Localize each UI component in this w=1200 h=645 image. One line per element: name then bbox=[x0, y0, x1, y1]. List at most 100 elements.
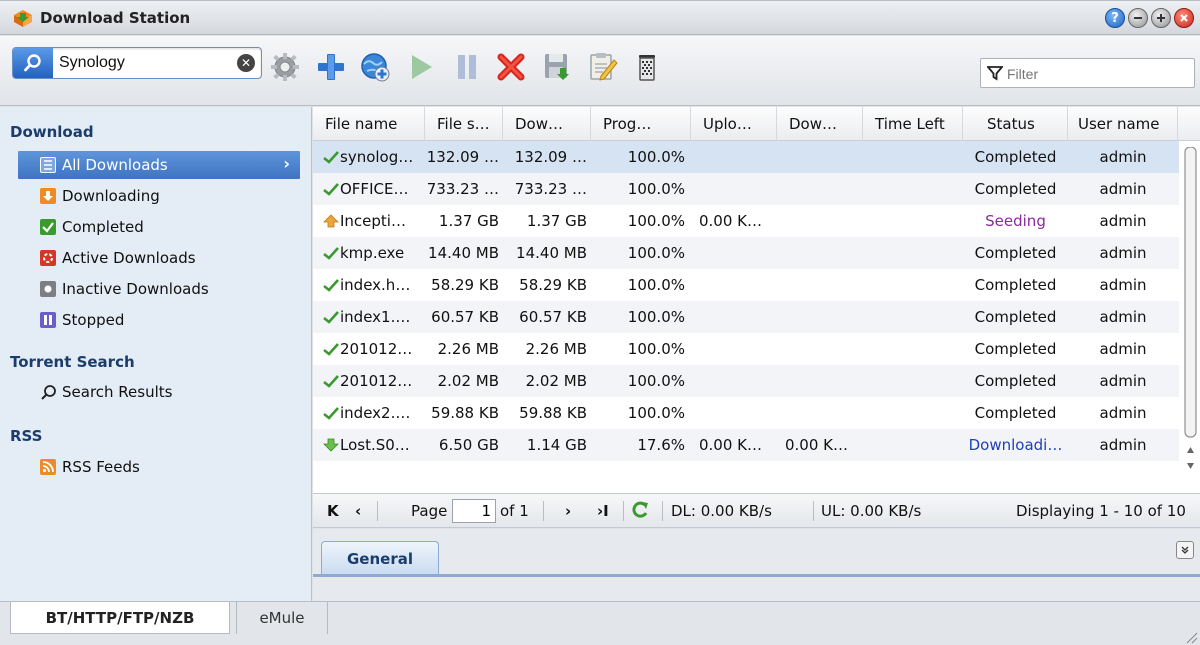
collapse-panel-icon[interactable] bbox=[1176, 541, 1194, 559]
column-header-download-speed[interactable]: Dow… bbox=[777, 107, 863, 141]
page-number-input[interactable] bbox=[452, 499, 496, 523]
minimize-icon[interactable] bbox=[1128, 8, 1148, 28]
cell-size: 60.57 KB bbox=[431, 308, 499, 326]
cell-size: 6.50 GB bbox=[438, 436, 499, 454]
save-as-icon[interactable] bbox=[540, 50, 574, 84]
clear-completed-bin-icon[interactable] bbox=[630, 50, 664, 84]
table-row[interactable]: index2.… 59.88 KB 59.88 KB 100.0% Completed a… bbox=[313, 397, 1179, 429]
sidebar-item-completed[interactable]: Completed bbox=[18, 213, 300, 241]
help-icon[interactable]: ? bbox=[1105, 8, 1125, 28]
check-icon bbox=[323, 182, 339, 196]
bottom-tab-bar: BT/HTTP/FTP/NZB eMule bbox=[0, 601, 1200, 645]
sidebar-item-stopped[interactable]: Stopped bbox=[18, 306, 300, 334]
vertical-scrollbar[interactable] bbox=[1183, 147, 1198, 487]
tab-emule[interactable]: eMule bbox=[236, 602, 328, 634]
pause-icon[interactable] bbox=[450, 50, 484, 84]
resume-play-icon[interactable] bbox=[404, 50, 438, 84]
delete-icon[interactable] bbox=[494, 50, 528, 84]
cell-download bbox=[785, 173, 863, 205]
cell-status: Completed bbox=[974, 372, 1057, 390]
rss-section-header: RSS bbox=[10, 427, 43, 445]
column-header-status[interactable]: Status bbox=[963, 107, 1068, 141]
table-row[interactable]: OFFICE… 733.23 … 733.23 … 100.0% Completed ad… bbox=[313, 173, 1179, 205]
refresh-icon[interactable] bbox=[631, 500, 649, 524]
cell-progress: 100.0% bbox=[627, 180, 685, 198]
cell-size: 58.29 KB bbox=[431, 276, 499, 294]
magnifier-icon bbox=[40, 384, 56, 400]
search-box[interactable]: ✕ bbox=[12, 47, 262, 79]
cell-downloaded: 2.26 MB bbox=[525, 340, 587, 358]
check-icon bbox=[323, 150, 339, 164]
cell-time-left bbox=[863, 333, 963, 365]
last-page-icon[interactable]: ›I bbox=[597, 502, 609, 520]
close-icon[interactable] bbox=[1174, 8, 1194, 28]
cell-user: admin bbox=[1099, 436, 1147, 454]
window-title: Download Station bbox=[40, 9, 191, 27]
sidebar-item-label: RSS Feeds bbox=[62, 458, 140, 476]
maximize-icon[interactable] bbox=[1151, 8, 1171, 28]
search-icon[interactable] bbox=[13, 48, 53, 78]
cell-name: Incepti… bbox=[323, 205, 423, 237]
column-header-user-name[interactable]: User name bbox=[1068, 107, 1178, 141]
prev-page-icon[interactable]: ‹ bbox=[355, 502, 361, 520]
table-row[interactable]: Lost.S0… 6.50 GB 1.14 GB 17.6% 0.00 K… 0.00 K… bbox=[313, 429, 1179, 461]
clear-search-icon[interactable]: ✕ bbox=[237, 54, 255, 72]
download-station-icon bbox=[12, 8, 34, 28]
cell-download bbox=[785, 269, 863, 301]
cell-status: Completed bbox=[974, 244, 1057, 262]
column-header-file-size[interactable]: File s… bbox=[425, 107, 503, 141]
sidebar-item-label: Search Results bbox=[62, 383, 173, 401]
table-row[interactable]: synolog… 132.09 … 132.09 … 100.0% Completed a… bbox=[313, 141, 1179, 173]
table-row[interactable]: 201012… 2.02 MB 2.02 MB 100.0% Completed admi… bbox=[313, 365, 1179, 397]
cell-download bbox=[785, 365, 863, 397]
cell-upload bbox=[699, 397, 777, 429]
next-page-icon[interactable]: › bbox=[565, 502, 571, 520]
cell-upload bbox=[699, 365, 777, 397]
resize-grip-icon[interactable] bbox=[1184, 630, 1198, 644]
seeding-icon bbox=[323, 214, 339, 228]
column-header-progress[interactable]: Prog… bbox=[591, 107, 691, 141]
cell-download bbox=[785, 205, 863, 237]
sidebar-item-rss-feeds[interactable]: RSS Feeds bbox=[18, 453, 300, 481]
file-name-text: kmp.exe bbox=[340, 244, 405, 262]
cell-downloaded: 58.29 KB bbox=[519, 276, 587, 294]
cell-time-left bbox=[863, 365, 963, 397]
cell-downloaded: 14.40 MB bbox=[516, 244, 587, 262]
filter-box[interactable] bbox=[980, 58, 1195, 88]
table-row[interactable]: 201012… 2.26 MB 2.26 MB 100.0% Completed admi… bbox=[313, 333, 1179, 365]
edit-icon[interactable] bbox=[586, 50, 620, 84]
cell-status: Completed bbox=[974, 308, 1057, 326]
add-url-globe-icon[interactable] bbox=[358, 50, 392, 84]
download-station-window: Download Station ? ✕ bbox=[0, 0, 1200, 645]
separator bbox=[813, 501, 814, 521]
table-row[interactable]: kmp.exe 14.40 MB 14.40 MB 100.0% Completed ad… bbox=[313, 237, 1179, 269]
table-row[interactable]: index1.… 60.57 KB 60.57 KB 100.0% Completed a… bbox=[313, 301, 1179, 333]
column-header-file-name[interactable]: File name bbox=[313, 107, 425, 141]
sidebar-item-search-results[interactable]: Search Results bbox=[18, 378, 300, 406]
tab-general[interactable]: General bbox=[321, 541, 439, 575]
sidebar-item-active-downloads[interactable]: Active Downloads bbox=[18, 244, 300, 272]
table-row[interactable]: index.h… 58.29 KB 58.29 KB 100.0% Completed a… bbox=[313, 269, 1179, 301]
detail-panel: General bbox=[313, 529, 1200, 601]
column-header-upload-speed[interactable]: Uplo… bbox=[691, 107, 777, 141]
first-page-icon[interactable]: K bbox=[327, 502, 339, 520]
settings-gear-icon[interactable] bbox=[268, 50, 302, 84]
table-row[interactable]: Incepti… 1.37 GB 1.37 GB 100.0% 0.00 K… Seedi… bbox=[313, 205, 1179, 237]
sidebar-item-inactive-downloads[interactable]: Inactive Downloads bbox=[18, 275, 300, 303]
cell-user: admin bbox=[1099, 308, 1147, 326]
check-icon bbox=[323, 374, 339, 388]
column-header-time-left[interactable]: Time Left bbox=[863, 107, 963, 141]
cell-time-left bbox=[863, 173, 963, 205]
cell-progress: 100.0% bbox=[627, 404, 685, 422]
tab-bt-http-ftp-nzb[interactable]: BT/HTTP/FTP/NZB bbox=[10, 602, 230, 634]
cell-size: 132.09 … bbox=[426, 148, 499, 166]
create-plus-icon[interactable] bbox=[314, 50, 348, 84]
search-input[interactable] bbox=[59, 52, 219, 74]
column-header-downloaded[interactable]: Dow… bbox=[503, 107, 591, 141]
sidebar-item-all-downloads[interactable]: All Downloads › bbox=[18, 151, 300, 179]
sidebar-item-downloading[interactable]: Downloading bbox=[18, 182, 300, 210]
cell-download bbox=[785, 397, 863, 429]
cell-downloaded: 59.88 KB bbox=[519, 404, 587, 422]
cell-status: Completed bbox=[974, 340, 1057, 358]
filter-input[interactable] bbox=[1007, 64, 1177, 84]
